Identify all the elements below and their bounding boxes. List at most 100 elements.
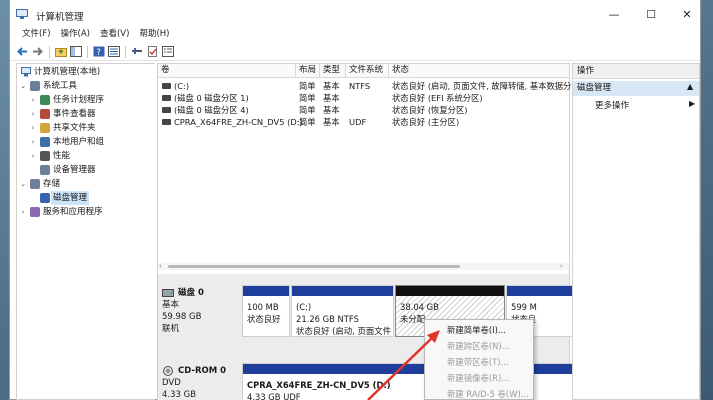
details-view-icon[interactable] [108, 46, 120, 57]
volume-icon [162, 95, 171, 101]
tree-item-label: 磁盘管理 [51, 191, 90, 205]
tree-item-label: 事件查看器 [53, 109, 96, 119]
context-menu-item[interactable]: 新建跨区卷(N)... [425, 338, 533, 354]
tree-item-label: 存储 [43, 179, 61, 189]
table-row[interactable]: CPRA_X64FRE_ZH-CN_DV5 (D:) 简单 基本 UDF 状态良好 (主… [158, 116, 569, 128]
cdrom-0-type: DVD [162, 378, 181, 388]
table-row[interactable]: (C:) 简单 基本 NTFS 状态良好 (启动, 页面文件, 故障转储, 基本数据分区… [158, 80, 583, 92]
computer-management-icon [21, 67, 31, 77]
toolbar: ? [10, 43, 700, 61]
minimize-button[interactable]: — [597, 4, 631, 24]
table-cell: NTFS [349, 81, 371, 91]
table-cell: 基本 [323, 81, 340, 91]
tree-expander-icon[interactable]: › [19, 205, 27, 219]
tree-expander-icon[interactable]: › [29, 121, 37, 135]
tools-icon [30, 81, 40, 91]
scroll-left-icon[interactable]: ‹ [159, 262, 162, 270]
console-tree-icon[interactable] [70, 46, 82, 57]
volume-icon [162, 83, 171, 89]
storage-icon [30, 179, 40, 189]
window-title: 计算机管理 [36, 12, 84, 23]
tree-expander-icon[interactable]: ⌄ [19, 79, 27, 93]
menu-action[interactable]: 操作(A) [56, 28, 95, 42]
cdrom-0-name: CD-ROM 0 [178, 366, 227, 376]
disk-0-label[interactable]: 磁盘 0 基本 59.98 GB 联机 [162, 287, 238, 335]
back-icon[interactable] [16, 46, 28, 57]
tree-item-label: 设备管理器 [53, 165, 96, 175]
up-folder-icon[interactable] [55, 46, 67, 57]
services-icon [30, 207, 40, 217]
menu-help[interactable]: 帮助(H) [134, 28, 174, 42]
tree-expander-icon[interactable]: › [29, 93, 37, 107]
actions-title: 操作 [573, 64, 699, 79]
volume-list-header: 卷 布局 类型 文件系统 状态 [158, 64, 569, 78]
table-cell: (C:) [174, 81, 190, 91]
list-view-icon[interactable] [162, 46, 174, 57]
context-menu-item[interactable]: 新建 RAID-5 卷(W)... [425, 386, 533, 400]
computer-management-icon [16, 9, 28, 19]
tree-expander-icon[interactable]: ⌄ [19, 177, 27, 191]
scrollbar-thumb[interactable] [168, 265, 460, 268]
partition-c-drive[interactable]: (C:) 21.26 GB NTFS 状态良好 (启动, 页面文件 [291, 285, 394, 337]
context-menu-item[interactable]: 新建简单卷(I)... [425, 322, 533, 338]
menu-file[interactable]: 文件(F) [10, 28, 56, 42]
table-row[interactable]: (磁盘 0 磁盘分区 4) 简单 基本 状态良好 (恢复分区) [158, 104, 569, 116]
column-layout[interactable]: 布局 [296, 64, 320, 78]
column-status[interactable]: 状态 [389, 64, 569, 78]
maximize-button[interactable]: ☐ [634, 4, 668, 24]
column-volume[interactable]: 卷 [158, 64, 296, 78]
table-cell: (磁盘 0 磁盘分区 4) [174, 105, 249, 115]
partition-status: 状态良好 (启动, 页面文件 [296, 326, 392, 336]
context-menu-item[interactable]: 新建镜像卷(R)... [425, 370, 533, 386]
svg-text:?: ? [96, 48, 101, 57]
table-cell: 基本 [323, 105, 340, 115]
actions-section-disk-management[interactable]: 磁盘管理 [573, 81, 699, 96]
table-row[interactable]: (磁盘 0 磁盘分区 1) 简单 基本 状态良好 (EFI 系统分区) [158, 92, 569, 104]
forward-icon[interactable] [32, 46, 44, 57]
partition-efi[interactable]: 100 MB 状态良好 [242, 285, 290, 337]
clock-icon [40, 95, 50, 105]
table-cell: 状态良好 (EFI 系统分区) [392, 93, 483, 103]
column-type[interactable]: 类型 [320, 64, 346, 78]
partition-size: 21.26 GB NTFS [296, 314, 359, 324]
context-menu-item[interactable]: 新建带区卷(T)... [425, 354, 533, 370]
table-cell: (磁盘 0 磁盘分区 1) [174, 93, 249, 103]
partition-size: 4.33 GB UDF [247, 392, 301, 400]
event-log-icon [40, 109, 50, 119]
table-cell: 简单 [299, 105, 316, 115]
properties-check-icon[interactable] [147, 46, 159, 57]
actions-panel: 操作 磁盘管理 ▲ 更多操作 ▶ [572, 63, 700, 400]
tree-item-label: 服务和应用程序 [43, 207, 103, 217]
tree-item-label: 性能 [53, 151, 71, 161]
cdrom-0-label[interactable]: CD-ROM 0 DVD 4.33 GB [162, 365, 238, 400]
partition-size: 100 MB [247, 302, 279, 312]
horizontal-scrollbar[interactable]: ‹ › [158, 262, 569, 270]
context-menu: 新建简单卷(I)... 新建跨区卷(N)... 新建带区卷(T)... 新建镜像卷(R… [424, 319, 534, 400]
device-manager-icon [40, 165, 50, 175]
tree-expander-icon[interactable]: › [29, 135, 37, 149]
more-actions-item[interactable]: 更多操作 [595, 99, 629, 111]
table-cell: 简单 [299, 117, 316, 127]
table-cell: 简单 [299, 93, 316, 103]
collapse-up-icon[interactable]: ▲ [687, 82, 693, 91]
menu-view[interactable]: 查看(V) [95, 28, 134, 42]
column-filesystem[interactable]: 文件系统 [346, 64, 389, 78]
partition-status: 状态良好 [247, 314, 281, 324]
tree-expander-icon[interactable]: › [29, 107, 37, 121]
help-icon[interactable]: ? [93, 46, 105, 57]
tree-item-label: 任务计划程序 [53, 95, 105, 105]
partition-name: CPRA_X64FRE_ZH-CN_DV5 (D:) [247, 380, 391, 390]
close-button[interactable]: ✕ [670, 4, 704, 24]
title-bar: 计算机管理 — ☐ ✕ [10, 0, 700, 28]
shared-folder-icon [40, 123, 50, 133]
menu-bar: 文件(F) 操作(A) 查看(V) 帮助(H) [10, 28, 700, 42]
table-cell: 简单 [299, 81, 316, 91]
disk-0-type: 基本 [162, 300, 180, 310]
table-cell: 基本 [323, 93, 340, 103]
tree-root-label: 计算机管理(本地) [34, 67, 101, 77]
cd-rom-icon [163, 366, 173, 376]
scroll-right-icon[interactable]: › [560, 262, 563, 270]
connect-icon[interactable] [131, 46, 143, 57]
tree-expander-icon[interactable]: › [29, 149, 37, 163]
table-cell: CPRA_X64FRE_ZH-CN_DV5 (D:) [174, 117, 303, 127]
